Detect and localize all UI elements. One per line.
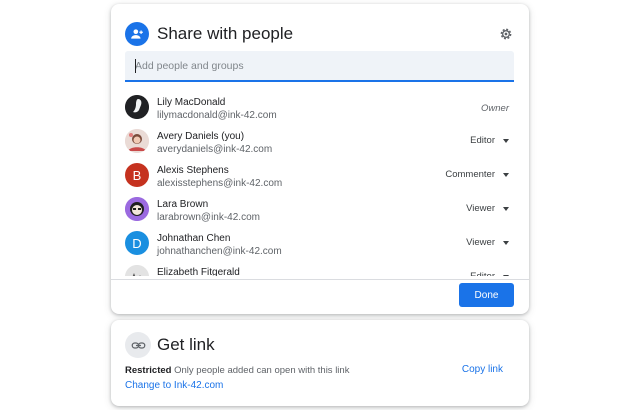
get-link-panel: Get link Restricted Only people added ca… bbox=[111, 320, 529, 406]
link-icon bbox=[125, 332, 151, 358]
person-email: lilymacdonald@ink-42.com bbox=[157, 110, 277, 121]
role-label: Commenter bbox=[445, 169, 495, 180]
person-email: averydaniels@ink-42.com bbox=[157, 144, 273, 155]
person-row: D Johnathan Chen johnathanchen@ink-42.co… bbox=[111, 226, 529, 260]
avatar bbox=[125, 95, 149, 119]
role-dropdown[interactable]: Editor bbox=[470, 135, 509, 146]
access-description: Restricted Only people added can open wi… bbox=[125, 365, 349, 376]
restricted-text: Only people added can open with this lin… bbox=[174, 365, 350, 376]
avatar bbox=[125, 129, 149, 153]
person-name: Johnathan Chen bbox=[157, 233, 231, 244]
change-access-link[interactable]: Change to Ink-42.com bbox=[125, 380, 223, 391]
person-row: Lara Brown larabrown@ink-42.com Viewer bbox=[111, 192, 529, 226]
avatar: D bbox=[125, 231, 149, 255]
add-person-icon bbox=[125, 22, 149, 46]
restricted-label: Restricted bbox=[125, 365, 172, 376]
dropdown-arrow-icon bbox=[503, 206, 509, 211]
settings-gear-icon[interactable] bbox=[497, 25, 515, 43]
person-row: Avery Daniels (you) averydaniels@ink-42.… bbox=[111, 124, 529, 158]
people-list[interactable]: Lily MacDonald lilymacdonald@ink-42.com … bbox=[111, 88, 529, 276]
done-button[interactable]: Done bbox=[459, 283, 514, 307]
person-email: johnathanchen@ink-42.com bbox=[157, 246, 282, 257]
person-name: Elizabeth Fitgerald bbox=[157, 267, 240, 276]
role-label: Editor bbox=[470, 135, 495, 146]
share-header: Share with people bbox=[125, 19, 515, 49]
share-dialog: Share with people Lily MacDonald lilymac… bbox=[111, 4, 529, 314]
owner-label: Owner bbox=[481, 103, 509, 114]
role-dropdown[interactable]: Editor bbox=[470, 271, 509, 276]
person-row: Lily MacDonald lilymacdonald@ink-42.com … bbox=[111, 90, 529, 124]
text-caret bbox=[135, 59, 136, 73]
person-email: larabrown@ink-42.com bbox=[157, 212, 260, 223]
add-people-input[interactable] bbox=[125, 51, 514, 80]
person-name: Lara Brown bbox=[157, 199, 209, 210]
person-row: Elizabeth Fitgerald Editor bbox=[111, 260, 529, 276]
avatar: B bbox=[125, 163, 149, 187]
add-people-field[interactable] bbox=[125, 51, 514, 82]
role-dropdown[interactable]: Viewer bbox=[466, 203, 509, 214]
dropdown-arrow-icon bbox=[503, 240, 509, 245]
role-dropdown[interactable]: Viewer bbox=[466, 237, 509, 248]
copy-link-button[interactable]: Copy link bbox=[462, 364, 503, 375]
role-dropdown[interactable]: Commenter bbox=[445, 169, 509, 180]
avatar bbox=[125, 265, 149, 276]
share-title: Share with people bbox=[157, 24, 294, 43]
role-label: Viewer bbox=[466, 203, 495, 214]
person-name: Lily MacDonald bbox=[157, 97, 226, 108]
person-row: B Alexis Stephens alexisstephens@ink-42.… bbox=[111, 158, 529, 192]
person-email: alexisstephens@ink-42.com bbox=[157, 178, 283, 189]
avatar bbox=[125, 197, 149, 221]
dropdown-arrow-icon bbox=[503, 274, 509, 276]
get-link-header: Get link bbox=[125, 332, 215, 358]
person-name: Alexis Stephens bbox=[157, 165, 229, 176]
dropdown-arrow-icon bbox=[503, 172, 509, 177]
get-link-title: Get link bbox=[157, 335, 215, 354]
divider bbox=[111, 279, 529, 280]
role-label: Viewer bbox=[466, 237, 495, 248]
person-name: Avery Daniels (you) bbox=[157, 131, 245, 142]
role-label: Editor bbox=[470, 271, 495, 276]
dropdown-arrow-icon bbox=[503, 138, 509, 143]
